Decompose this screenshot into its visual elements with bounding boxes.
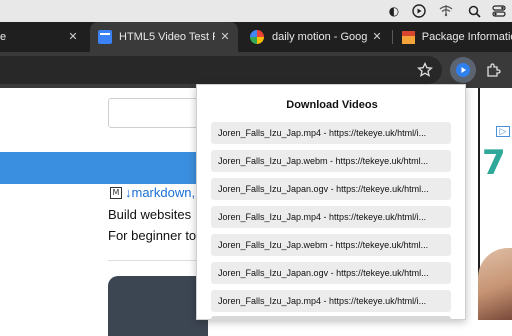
- tab-html5-video-test[interactable]: HTML5 Video Test Pa ✕: [90, 22, 238, 52]
- wifi-off-icon[interactable]: [438, 3, 454, 19]
- video-download-item[interactable]: Joren_Falls_Izu_Japan.ogv - https://teke…: [211, 178, 451, 200]
- popup-title: Download Videos: [286, 99, 378, 111]
- tab-strip: e ✕ HTML5 Video Test Pa ✕ daily motion -…: [0, 22, 512, 52]
- video-download-item[interactable]: Joren_Falls_Izu_Jap.mp4 - https://tekeye…: [211, 122, 451, 144]
- video-download-item[interactable]: Joren_Falls_Izu_Jap.mp4 - https://tekeye…: [211, 290, 451, 312]
- page-search-input[interactable]: [108, 98, 208, 128]
- page-text-line: For beginner to: [108, 228, 197, 243]
- tab-package-information[interactable]: Package Information: [396, 22, 512, 52]
- video-download-item-partial[interactable]: [211, 316, 451, 320]
- play-circle-icon[interactable]: [411, 3, 427, 19]
- play-extension-icon: [456, 63, 470, 77]
- circle-half-icon[interactable]: ◐: [386, 3, 402, 19]
- close-icon[interactable]: ✕: [370, 30, 384, 44]
- tab-title: daily motion - Googl: [272, 31, 368, 43]
- ad-headline: 7: [482, 143, 506, 183]
- address-bar[interactable]: [0, 56, 442, 84]
- close-icon[interactable]: ✕: [218, 30, 232, 44]
- markdown-link-text: ↓markdown,: [125, 185, 196, 200]
- video-download-item[interactable]: Joren_Falls_Izu_Jap.webm - https://tekey…: [211, 234, 451, 256]
- tab-title: Package Information: [421, 31, 512, 43]
- browser-toolbar: [0, 52, 512, 88]
- package-icon: [402, 30, 415, 44]
- tab-separator: [392, 30, 393, 44]
- ad-photo: [478, 248, 512, 320]
- menu-bar: ◐: [0, 0, 512, 22]
- divider: [108, 260, 196, 261]
- google-icon: [250, 30, 264, 44]
- video-download-item[interactable]: Joren_Falls_Izu_Jap.mp4 - https://tekeye…: [211, 206, 451, 228]
- tab-title: HTML5 Video Test Pa: [119, 31, 215, 43]
- download-videos-popup: Download Videos Joren_Falls_Izu_Jap.mp4 …: [196, 84, 466, 320]
- dark-card: [108, 276, 208, 336]
- tab-title: e: [0, 31, 7, 43]
- tab-daily-motion[interactable]: daily motion - Googl ✕: [242, 22, 388, 52]
- page-nav-bar: [0, 152, 200, 184]
- download-videos-extension-button[interactable]: [450, 57, 476, 83]
- control-center-icon[interactable]: [491, 3, 507, 19]
- tab-partial[interactable]: e ✕: [0, 22, 88, 52]
- markdown-link[interactable]: M ↓markdown,: [110, 185, 195, 200]
- close-icon[interactable]: ✕: [66, 30, 80, 44]
- search-icon[interactable]: [466, 3, 482, 19]
- extensions-puzzle-icon[interactable]: [485, 62, 501, 78]
- markdown-icon: M: [110, 186, 122, 199]
- ad-choices-icon[interactable]: ▷: [496, 126, 510, 137]
- video-download-item[interactable]: Joren_Falls_Izu_Japan.ogv - https://teke…: [211, 262, 451, 284]
- video-download-item[interactable]: Joren_Falls_Izu_Jap.webm - https://tekey…: [211, 150, 451, 172]
- page-text-line: Build websites: [108, 207, 192, 222]
- star-icon[interactable]: [417, 61, 433, 78]
- advertisement[interactable]: ▷ 7: [478, 88, 512, 320]
- page-icon: [98, 30, 112, 44]
